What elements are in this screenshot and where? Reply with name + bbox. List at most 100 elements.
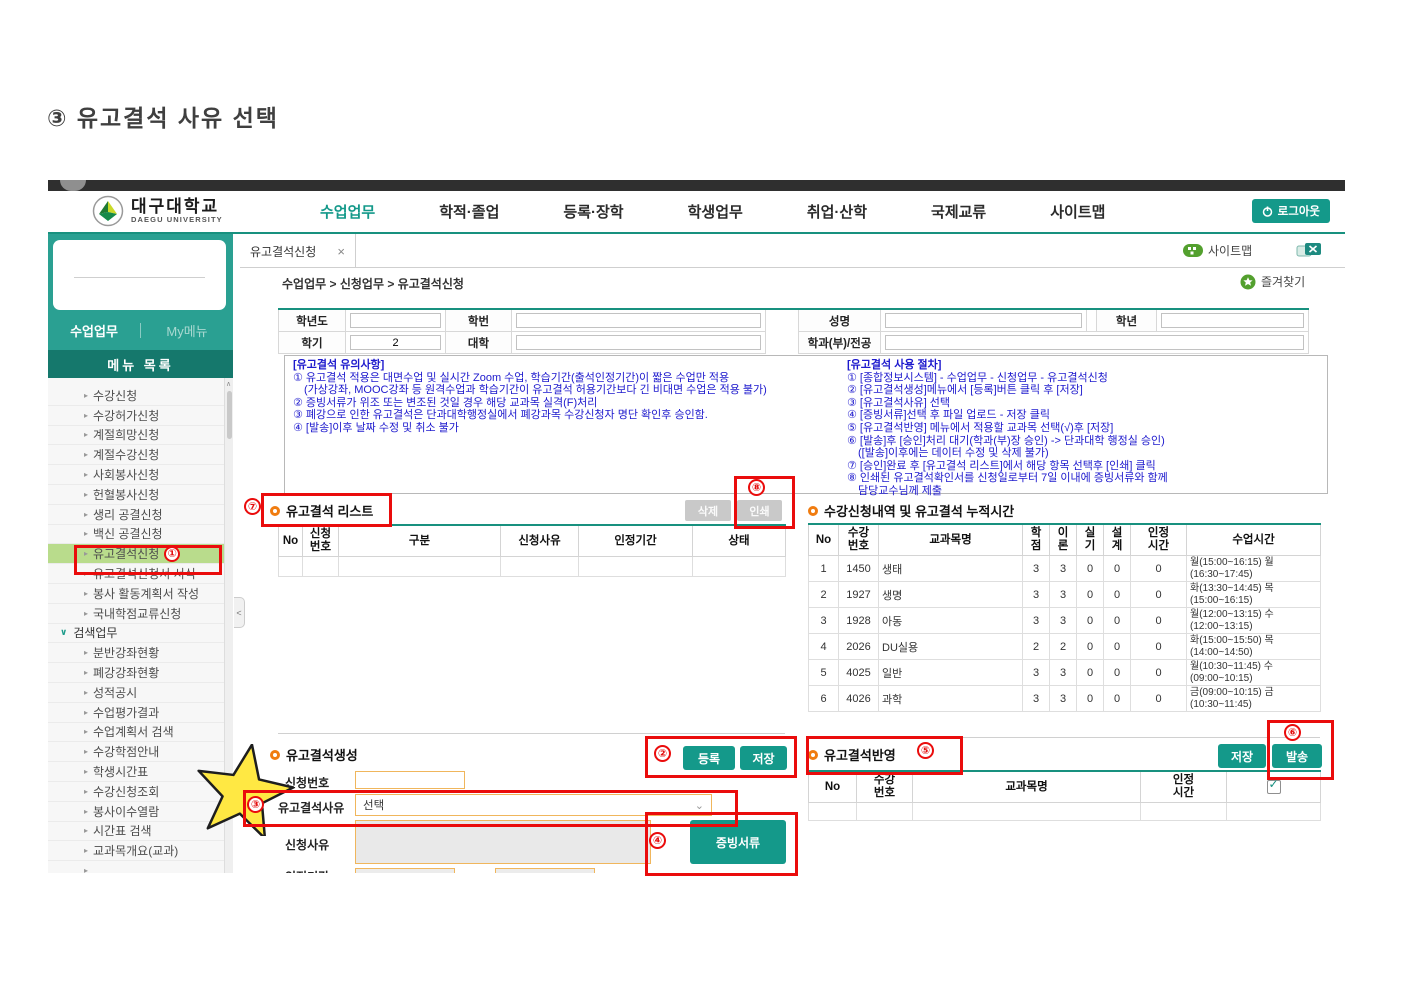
table-header-row: No 신청 번호 구분 신청사유 인정기간 상태 xyxy=(278,524,786,557)
sidebar-item[interactable]: ▸ 유고결석신청 ① xyxy=(48,544,233,565)
sidebar-item[interactable]: ▸ 폐강강좌현황 xyxy=(48,663,233,683)
tab-absence-application[interactable]: 유고결석신청 × xyxy=(240,234,356,268)
nav-item[interactable]: 학생업무 xyxy=(688,201,743,222)
apply-table: No 수강 번호 교과목명 인정 시간 ✓ xyxy=(808,770,1321,821)
send-button[interactable]: 발송 xyxy=(1272,744,1322,768)
triangle-arrow-icon: ▸ xyxy=(84,846,89,856)
save-create-button[interactable]: 저장 xyxy=(740,746,787,770)
triangle-arrow-icon: ▸ xyxy=(84,668,89,678)
reason-label: 신청사유 xyxy=(285,838,330,852)
sidebar-item[interactable]: ▸ 봉사 활동계획서 작성 xyxy=(48,583,233,604)
nav-item[interactable]: 학적·졸업 xyxy=(439,201,499,222)
sidebar-item[interactable]: ▸ 성적공시 xyxy=(48,682,233,703)
student-id-input[interactable] xyxy=(516,313,761,328)
scroll-up-icon[interactable]: ∧ xyxy=(226,380,231,388)
scrollbar-thumb[interactable] xyxy=(226,391,232,439)
course-row[interactable]: 2 1927 생명 3 3 0 0 0 화(13:30~14:45) 목(15:00~16:15… xyxy=(808,581,1321,608)
course-row[interactable]: 4 2026 DU실용 2 2 0 0 0 화(15:00~15:50) 목(14:00~14:… xyxy=(808,633,1321,660)
notice-line: ⑦ [승인]완료 후 [유고결석 리스트]에서 해당 항목 선택후 [인쇄] 클… xyxy=(847,459,1156,472)
select-all-checkbox[interactable]: ✓ xyxy=(1266,778,1281,794)
sidebar-item[interactable]: ▸ 계절희망신청 xyxy=(48,425,233,446)
sidebar-item[interactable]: ▸ 헌혈봉사신청 xyxy=(48,484,233,505)
nav-item[interactable]: 사이트맵 xyxy=(1050,201,1105,222)
course-row[interactable]: 6 4026 과학 3 3 0 0 0 금(09:00~10:15) 금(10:30~11:45… xyxy=(808,685,1321,712)
sidebar-collapse-handle[interactable]: < xyxy=(234,597,245,628)
notice-line: ([발송]이후에는 데이터 수정 및 삭제 불가) xyxy=(847,447,1049,460)
save-apply-button[interactable]: 저장 xyxy=(1218,744,1266,768)
sidebar-tab-mymenu[interactable]: My메뉴 xyxy=(141,321,233,340)
table-header-row: No 수강 번호 교과목명 인정 시간 ✓ xyxy=(808,770,1321,803)
period-start-input[interactable]: ▦ xyxy=(355,868,455,873)
course-row[interactable]: 1 1450 생태 3 3 0 0 0 월(15:00~16:15) 월(16:30~17:45… xyxy=(808,555,1321,582)
sidebar-item[interactable]: ▸ xyxy=(48,861,233,873)
column-header: 구분 xyxy=(338,524,501,557)
courses-title-label: 수강신청내역 및 유고결석 누적시간 xyxy=(824,504,1015,519)
field-label-department: 학과(부)/전공 xyxy=(798,331,881,354)
sidebar-item[interactable]: ▸ 백신 공결신청 xyxy=(48,524,233,545)
nav-item[interactable]: 취업·산학 xyxy=(807,201,867,222)
notice-line: ⑤ [유고결석반영] 메뉴에서 적용할 교과목 선택(√)후 [저장] xyxy=(847,421,1114,434)
nav-item[interactable]: 등록·장학 xyxy=(563,201,623,222)
triangle-arrow-icon: ▸ xyxy=(84,569,89,579)
application-no-input[interactable] xyxy=(355,771,465,789)
register-button[interactable]: 등록 xyxy=(683,746,735,770)
course-row[interactable]: 3 1928 아동 3 3 0 0 0 월(12:00~13:15) 수(12:00~13:15… xyxy=(808,607,1321,634)
sidebar-item[interactable]: ▸ 수강신청 xyxy=(48,386,233,406)
nav-item[interactable]: 수업업무 xyxy=(320,201,375,222)
nav-item[interactable]: 국제교류 xyxy=(931,201,986,222)
sidebar-item[interactable]: ▸ 수강학점안내 xyxy=(48,742,233,763)
sidebar-tab-work[interactable]: 수업업무 xyxy=(48,321,140,340)
department-input[interactable] xyxy=(885,335,1304,350)
absence-create-title-label: 유고결석생성 xyxy=(286,748,358,763)
sidebar-item[interactable]: ▸ 유고결석신청서 서식 xyxy=(48,564,233,584)
reason-type-select[interactable]: 선택 ⌄ xyxy=(355,794,712,816)
sidebar-menu-list: ▸ 수강신청 ▸ 수강허가신청 ▸ 계절희망신청 ▸ 계절수강신청 ▸ 사회봉사신청 ▸ 헌혈봉사신청… xyxy=(48,378,233,873)
sidebar-item[interactable]: ▸ 계절수강신청 xyxy=(48,445,233,466)
annotation-circle-5: ⑤ xyxy=(917,742,934,759)
absence-list-title: 유고결석 리스트 xyxy=(270,501,373,520)
notice-line: ② 증빙서류가 위조 또는 변조된 것일 경우 해당 교과목 실격(F)처리 xyxy=(293,396,598,409)
sidebar-item[interactable]: ▸ 수업계획서 검색 xyxy=(48,722,233,743)
sidebar-item[interactable]: ▸ 사회봉사신청 xyxy=(48,465,233,485)
sidebar-item[interactable]: ▸ 시간표 검색 xyxy=(48,821,233,842)
sidebar-item[interactable]: ▸ 교과목개요(교과) xyxy=(48,841,233,862)
sidebar-scrollbar[interactable]: ∧ xyxy=(224,378,233,873)
logout-label: 로그아웃 xyxy=(1277,206,1320,218)
college-input[interactable] xyxy=(516,335,761,350)
attachment-button[interactable]: 증빙서류 xyxy=(690,820,786,864)
tab-close-icon[interactable]: × xyxy=(337,244,345,259)
triangle-arrow-icon: ▸ xyxy=(84,648,89,658)
tab-label: 유고결석신청 xyxy=(250,244,317,259)
calendar-icon: ▦ xyxy=(582,872,591,874)
period-end-input[interactable]: ▦ xyxy=(495,868,595,873)
notice-left: [유고결석 유의사항] ① 유고결석 적용은 대면수업 및 실시간 Zoom 수업… xyxy=(293,359,767,435)
sitemap-button[interactable]: 사이트맵 xyxy=(1183,242,1252,259)
delete-button[interactable]: 삭제 xyxy=(685,500,731,521)
logout-button[interactable]: 로그아웃 xyxy=(1251,199,1330,223)
grade-input[interactable] xyxy=(1161,313,1304,328)
sidebar-item[interactable]: ▸ 국내학점교류신청 xyxy=(48,603,233,624)
field-label-grade: 학년 xyxy=(1096,308,1157,332)
triangle-arrow-icon: ▸ xyxy=(84,786,89,796)
print-button[interactable]: 인쇄 xyxy=(737,500,782,521)
page-title: ③ 유고결석 사유 선택 xyxy=(47,105,279,132)
sidebar-item[interactable]: ▸ 분반강좌현황 xyxy=(48,643,233,664)
year-input[interactable] xyxy=(350,313,441,328)
sidebar-tabs: 수업업무 My메뉴 xyxy=(48,316,233,344)
favorite-button[interactable]: 즐겨찾기 xyxy=(1240,273,1305,290)
window-close-button[interactable] xyxy=(1296,242,1322,263)
name-input[interactable] xyxy=(885,313,1082,328)
sidebar-section-search[interactable]: ∨ 검색업무 xyxy=(48,623,233,644)
power-icon xyxy=(1262,206,1272,217)
sidebar-item[interactable]: ▸ 생리 공결신청 xyxy=(48,504,233,525)
sidebar-item[interactable]: ▸ 수업평가결과 xyxy=(48,702,233,723)
sidebar-item[interactable]: ▸ 수강허가신청 xyxy=(48,405,233,426)
sidebar-item[interactable]: ▸ 학생시간표 xyxy=(48,762,233,782)
calendar-icon: ▦ xyxy=(442,872,451,874)
reason-textarea[interactable] xyxy=(355,820,651,864)
empty-row xyxy=(808,802,1321,821)
course-row[interactable]: 5 4025 일반 3 3 0 0 0 월(10:30~11:45) 수(09:00~10:15… xyxy=(808,659,1321,686)
sidebar-item[interactable]: ▸ 수강신청조회 xyxy=(48,781,233,802)
sidebar-item[interactable]: ▸ 봉사이수열람 xyxy=(48,801,233,822)
semester-input[interactable] xyxy=(350,335,441,350)
